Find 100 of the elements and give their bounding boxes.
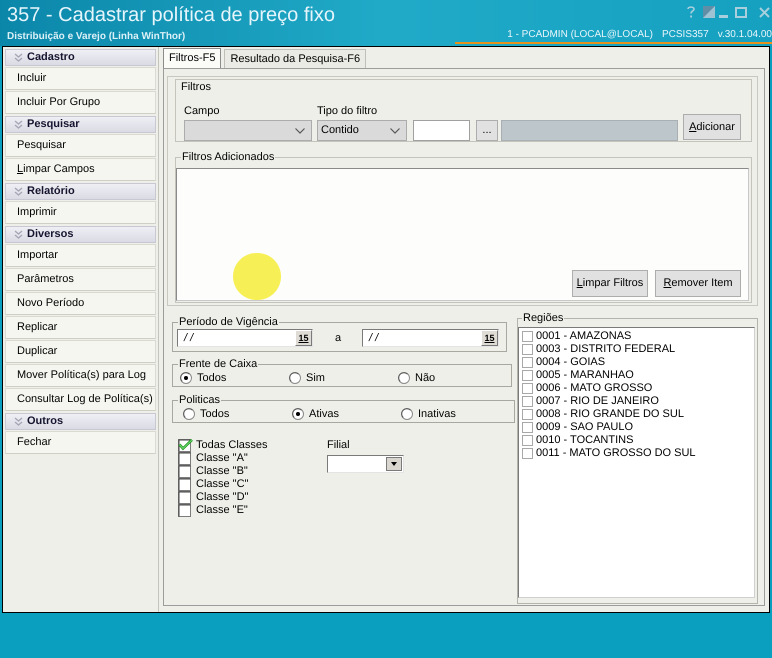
checkbox[interactable] bbox=[522, 357, 533, 368]
radio-button[interactable] bbox=[289, 372, 301, 384]
checkbox[interactable] bbox=[522, 344, 533, 355]
checkbox[interactable] bbox=[178, 452, 193, 465]
chevron-down-icon bbox=[390, 128, 400, 134]
help-icon[interactable] bbox=[687, 6, 695, 18]
checkbox[interactable] bbox=[522, 396, 533, 407]
sidebar-item[interactable]: Consultar Log de Política(s) bbox=[5, 388, 156, 411]
version-number: v.30.1.04.00 bbox=[718, 29, 772, 41]
branch-select[interactable] bbox=[327, 455, 404, 473]
group-title: Filtros Adicionados bbox=[181, 151, 276, 164]
sidebar-item[interactable]: Parâmetros bbox=[5, 268, 156, 291]
region-option[interactable]: 0007 - RIO DE JANEIRO bbox=[519, 395, 659, 408]
radio-button[interactable] bbox=[401, 408, 413, 420]
checkbox[interactable] bbox=[178, 491, 193, 504]
sidebar-item[interactable]: Importar bbox=[5, 244, 156, 267]
section-header[interactable]: Outros bbox=[5, 413, 156, 430]
radio-option[interactable]: Sim bbox=[289, 372, 398, 384]
region-option[interactable]: 0004 - GOIAS bbox=[519, 356, 606, 369]
tile-icon[interactable] bbox=[703, 6, 715, 18]
group-title: Período de Vigência bbox=[178, 316, 279, 329]
region-option[interactable]: 0010 - TOCANTINS bbox=[519, 434, 634, 447]
radio-option[interactable]: Ativas bbox=[292, 408, 401, 420]
end-date-field[interactable]: / / 15 bbox=[362, 329, 499, 347]
checkbox[interactable] bbox=[522, 409, 533, 420]
region-option[interactable]: 0001 - AMAZONAS bbox=[519, 330, 632, 343]
region-option[interactable]: 0005 - MARANHAO bbox=[519, 369, 634, 382]
radio-option[interactable]: Inativas bbox=[401, 408, 510, 420]
section-header[interactable]: Cadastro bbox=[5, 49, 156, 66]
list-action-button[interactable]: Limpar Filtros bbox=[572, 270, 648, 297]
minimize-icon[interactable] bbox=[719, 14, 728, 18]
group-title: Frente de Caixa bbox=[178, 358, 258, 371]
group-title: Filtros bbox=[181, 81, 211, 94]
section-header[interactable]: Relatório bbox=[5, 183, 156, 200]
checkbox-option[interactable]: Classe "B" bbox=[178, 465, 248, 478]
radio-option[interactable]: Todos bbox=[180, 372, 289, 384]
list-action-button[interactable]: Remover Item bbox=[655, 270, 741, 297]
calendar-button[interactable]: 15 bbox=[481, 330, 498, 346]
checkbox[interactable] bbox=[522, 383, 533, 394]
radio-button[interactable] bbox=[180, 372, 192, 384]
tab[interactable]: Filtros-F5 bbox=[163, 48, 222, 68]
close-icon[interactable] bbox=[759, 6, 770, 18]
start-date-field[interactable]: / / 15 bbox=[177, 329, 313, 347]
radio-option[interactable]: Todos bbox=[183, 408, 292, 420]
filter-type-select[interactable]: Contido bbox=[317, 120, 407, 141]
checkbox[interactable] bbox=[522, 448, 533, 459]
section-title: Outros bbox=[27, 415, 64, 428]
checkbox-option[interactable]: Classe "A" bbox=[178, 452, 248, 465]
region-option[interactable]: 0009 - SAO PAULO bbox=[519, 421, 634, 434]
add-button[interactable]: Adicionar bbox=[683, 114, 741, 140]
sidebar-item[interactable]: Incluir bbox=[5, 67, 156, 90]
checkbox[interactable] bbox=[178, 439, 193, 452]
lookup-button[interactable]: ... bbox=[476, 120, 498, 141]
sidebar-item[interactable]: Replicar bbox=[5, 316, 156, 339]
maximize-icon[interactable] bbox=[735, 6, 747, 18]
region-option[interactable]: 0008 - RIO GRANDE DO SUL bbox=[519, 408, 684, 421]
checkbox[interactable] bbox=[522, 331, 533, 342]
section-header[interactable]: Pesquisar bbox=[5, 116, 156, 133]
program-code: PCSIS357 bbox=[662, 29, 709, 41]
group-title: Politicas bbox=[178, 394, 221, 407]
calendar-button[interactable]: 15 bbox=[295, 330, 312, 346]
radio-button[interactable] bbox=[292, 408, 304, 420]
sidebar-item[interactable]: Imprimir bbox=[5, 201, 156, 224]
sidebar-item[interactable]: Mover Política(s) para Log bbox=[5, 364, 156, 387]
session-info: 1 - PCADMIN (LOCAL@LOCAL) bbox=[507, 29, 653, 41]
checkbox-option[interactable]: Classe "D" bbox=[178, 491, 248, 504]
section-title: Relatório bbox=[27, 185, 75, 198]
checkbox-option[interactable]: Todas Classes bbox=[178, 439, 268, 452]
section-header[interactable]: Diversos bbox=[5, 226, 156, 243]
checkbox-option[interactable]: Classe "E" bbox=[178, 504, 248, 517]
radio-option[interactable]: Não bbox=[398, 372, 507, 384]
double-chevron-icon bbox=[14, 230, 23, 239]
sidebar-item[interactable]: Pesquisar bbox=[5, 134, 156, 157]
sidebar-item[interactable]: Incluir Por Grupo bbox=[5, 91, 156, 114]
checkbox[interactable] bbox=[178, 465, 193, 478]
checkbox[interactable] bbox=[522, 435, 533, 446]
tab[interactable]: Resultado da Pesquisa-F6 bbox=[224, 49, 366, 68]
checkbox[interactable] bbox=[178, 504, 193, 517]
checkbox[interactable] bbox=[522, 370, 533, 381]
field-select[interactable] bbox=[184, 120, 312, 141]
sidebar-item[interactable]: Fechar bbox=[5, 431, 156, 454]
region-option[interactable]: 0006 - MATO GROSSO bbox=[519, 382, 652, 395]
checkbox-option[interactable]: Classe "C" bbox=[178, 478, 248, 491]
section-title: Pesquisar bbox=[27, 118, 80, 131]
region-option[interactable]: 0011 - MATO GROSSO DO SUL bbox=[519, 447, 696, 460]
group-title: Regiões bbox=[522, 312, 564, 325]
window-title: 357 - Cadastrar política de preço fixo bbox=[7, 4, 335, 27]
checkbox[interactable] bbox=[522, 422, 533, 433]
region-option[interactable]: 0003 - DISTRITO FEDERAL bbox=[519, 343, 676, 356]
sidebar-item[interactable]: Duplicar bbox=[5, 340, 156, 363]
value-input[interactable] bbox=[413, 120, 470, 141]
checkbox[interactable] bbox=[178, 478, 193, 491]
sidebar-item[interactable]: Novo Período bbox=[5, 292, 156, 315]
radio-button[interactable] bbox=[398, 372, 410, 384]
sidebar-item[interactable]: Limpar Campos bbox=[5, 158, 156, 181]
radio-button[interactable] bbox=[183, 408, 195, 420]
window-subtitle: Distribuição e Varejo (Linha WinThor) bbox=[7, 31, 186, 43]
double-chevron-icon bbox=[14, 53, 23, 62]
field-label: Tipo do filtro bbox=[317, 105, 378, 118]
double-chevron-icon bbox=[14, 187, 23, 196]
